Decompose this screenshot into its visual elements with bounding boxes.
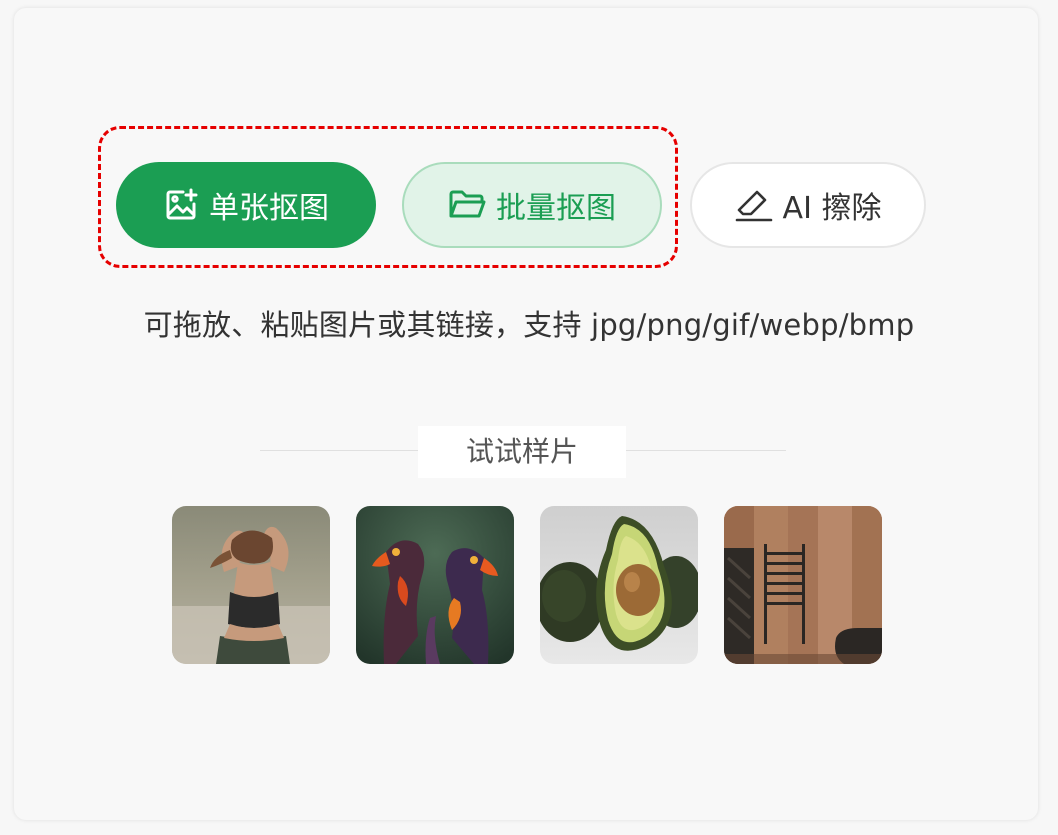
single-cutout-button[interactable]: 单张抠图 xyxy=(116,162,376,248)
divider-right xyxy=(626,450,786,451)
image-add-icon xyxy=(163,187,199,223)
page: 单张抠图 批量抠图 AI 擦除 可拖放、粘贴图片或其链接，支持 jpg/png/… xyxy=(0,0,1058,835)
sample-image-avocado[interactable] xyxy=(540,506,698,664)
ai-erase-label: AI 擦除 xyxy=(782,191,882,226)
batch-cutout-button[interactable]: 批量抠图 xyxy=(402,162,662,248)
samples-title: 试试样片 xyxy=(418,426,626,478)
single-cutout-label: 单张抠图 xyxy=(209,191,329,226)
divider-left xyxy=(260,450,418,451)
ai-erase-button[interactable]: AI 擦除 xyxy=(690,162,926,248)
folder-icon xyxy=(448,188,486,222)
eraser-icon xyxy=(735,187,773,223)
sample-image-parrots[interactable] xyxy=(356,506,514,664)
upload-hint: 可拖放、粘贴图片或其链接，支持 jpg/png/gif/webp/bmp xyxy=(143,308,915,342)
batch-cutout-label: 批量抠图 xyxy=(496,191,616,226)
sample-image-bathroom[interactable] xyxy=(724,506,882,664)
sample-image-woman[interactable] xyxy=(172,506,330,664)
